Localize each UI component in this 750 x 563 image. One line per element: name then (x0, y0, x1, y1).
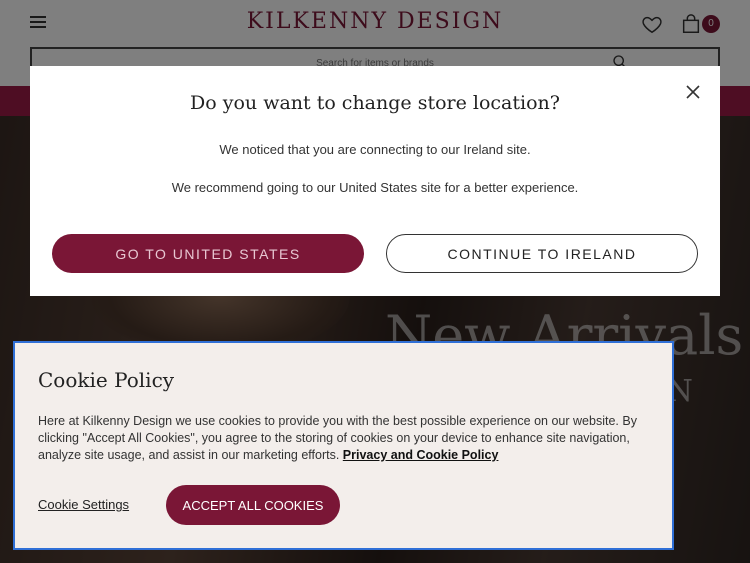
cookie-text: Here at Kilkenny Design we use cookies t… (38, 414, 637, 462)
accept-all-cookies-button[interactable]: ACCEPT ALL COOKIES (166, 485, 340, 525)
modal-recommendation: We recommend going to our United States … (171, 180, 579, 195)
privacy-policy-link[interactable]: Privacy and Cookie Policy (343, 448, 499, 462)
modal-message: We noticed that you are connecting to ou… (219, 142, 531, 157)
cookie-description: Here at Kilkenny Design we use cookies t… (38, 413, 658, 464)
go-to-us-button[interactable]: GO TO UNITED STATES (52, 234, 364, 273)
cookie-settings-button[interactable]: Cookie Settings (38, 497, 129, 512)
close-icon[interactable] (686, 85, 700, 99)
continue-to-ireland-button[interactable]: CONTINUE TO IRELAND (386, 234, 698, 273)
store-location-modal: Do you want to change store location? We… (30, 66, 720, 296)
cookie-title: Cookie Policy (38, 368, 175, 392)
cookie-banner: Cookie Policy Here at Kilkenny Design we… (13, 341, 674, 550)
modal-title: Do you want to change store location? (190, 92, 560, 114)
